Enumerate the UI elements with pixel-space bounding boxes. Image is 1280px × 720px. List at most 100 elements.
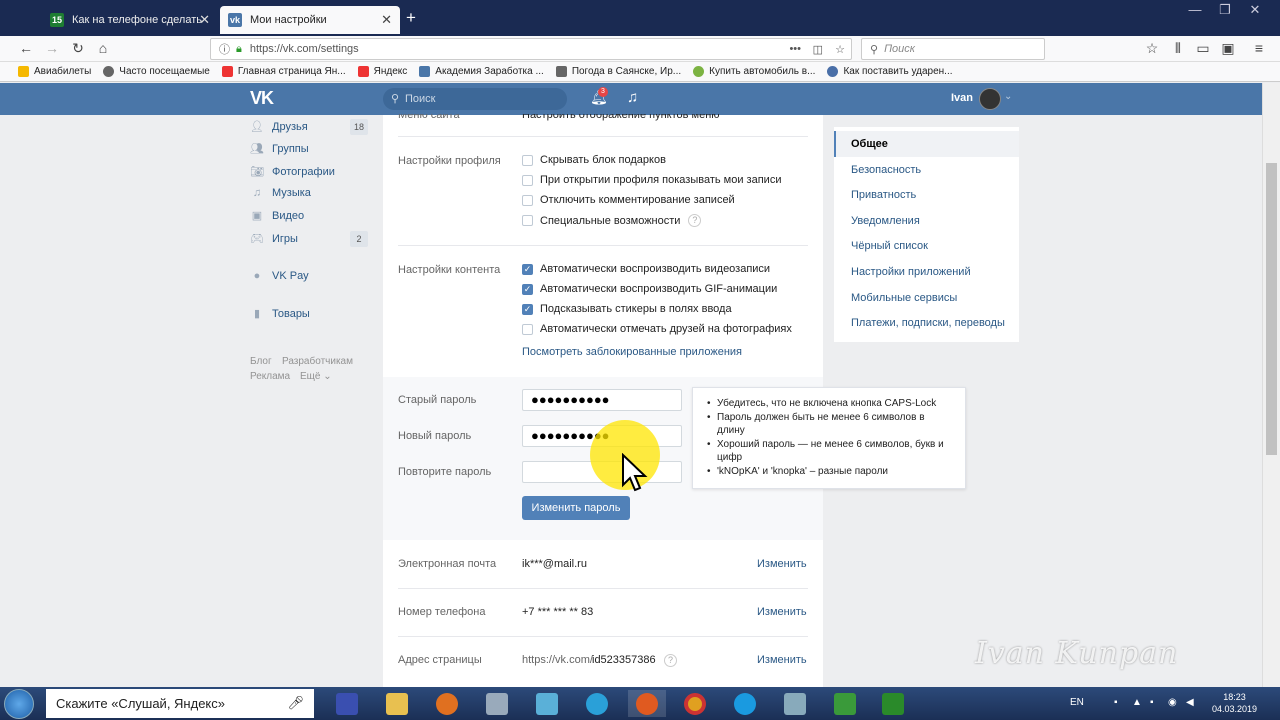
page-actions-icon[interactable]: ••• (789, 43, 801, 55)
sidebar-item-games[interactable]: 🎮︎ Игры (250, 232, 298, 246)
settings-nav-payments[interactable]: Платежи, подписки, переводы (851, 317, 1005, 329)
chevron-down-icon[interactable]: ⌄ (1004, 91, 1012, 102)
settings-nav-notifications[interactable]: Уведомления (851, 215, 920, 227)
sidebar-item-friends[interactable]: 👤︎ Друзья (250, 120, 308, 134)
taskbar-app-explorer[interactable] (378, 690, 416, 717)
footer-link-blog[interactable]: Блог (250, 356, 272, 367)
checkbox-accessibility[interactable]: Специальные возможности? (522, 214, 702, 227)
tray-icon[interactable]: ▪ (1150, 697, 1154, 708)
footer-link-more[interactable]: Ещё ⌄ (300, 371, 332, 382)
bookmark-item[interactable]: Главная страница Ян... (221, 66, 346, 77)
settings-nav-general[interactable]: Общее (851, 138, 888, 150)
window-close-icon[interactable]: ✕ (1240, 0, 1270, 20)
taskbar-clock[interactable]: 18:23 04.03.2019 (1212, 691, 1257, 715)
page-scrollbar[interactable] (1262, 83, 1280, 687)
new-tab-icon[interactable]: + (406, 8, 416, 28)
taskbar-app-camtasia-recorder[interactable] (874, 690, 912, 717)
sidebar-icon[interactable]: ▭ (1193, 40, 1213, 57)
taskbar-app-bird[interactable] (528, 690, 566, 717)
bookmark-item[interactable]: Авиабилеты (18, 66, 91, 77)
vk-search-input[interactable]: ⚲ Поиск (383, 88, 567, 110)
reload-icon[interactable]: ↻ (68, 40, 88, 57)
language-indicator[interactable]: EN (1070, 697, 1084, 708)
sidebar-item-photos[interactable]: 📷︎ Фотографии (250, 165, 335, 179)
maximize-icon[interactable]: ❐ (1210, 0, 1240, 20)
taskbar-app-telegram[interactable] (578, 690, 616, 717)
checkmark-icon[interactable]: ✓ (522, 283, 533, 295)
footer-link-developers[interactable]: Разработчикам (282, 356, 353, 367)
browser-tab-active[interactable]: vk Мои настройки ✕ (220, 6, 400, 34)
blocked-apps-link[interactable]: Посмотреть заблокированные приложения (522, 346, 742, 358)
taskbar-app-calculator[interactable] (478, 690, 516, 717)
taskbar-app-camtasia[interactable] (826, 690, 864, 717)
bookmark-item[interactable]: Яндекс (357, 66, 407, 77)
back-icon[interactable]: ← (16, 40, 36, 56)
taskbar-app-skype[interactable] (726, 690, 764, 717)
taskbar-app-media[interactable] (428, 690, 466, 717)
bookmark-item[interactable]: Купить автомобиль в... (693, 66, 815, 77)
minimize-icon[interactable]: — (1180, 0, 1210, 20)
taskbar-search[interactable]: Скажите «Слушай, Яндекс» 🎤︎ (46, 689, 314, 718)
bookmark-item[interactable]: Погода в Саянске, Ир... (555, 66, 681, 77)
taskbar-app-firefox[interactable] (628, 690, 666, 717)
menu-icon[interactable]: ≡ (1249, 40, 1269, 56)
checkbox-box[interactable] (522, 154, 533, 166)
url-text[interactable]: https://vk.com/settings (250, 43, 359, 55)
address-change-link[interactable]: Изменить (757, 654, 807, 666)
settings-nav-apps[interactable]: Настройки приложений (851, 266, 971, 278)
help-icon[interactable]: ? (688, 214, 702, 227)
close-icon[interactable]: ✕ (199, 12, 210, 28)
checkbox-show-my-posts[interactable]: При открытии профиля показывать мои запи… (522, 174, 781, 186)
checkbox-hide-gifts[interactable]: Скрывать блок подарков (522, 154, 666, 166)
change-password-button[interactable]: Изменить пароль (522, 496, 630, 520)
tray-icon[interactable]: ▪ (1114, 697, 1118, 708)
sidebar-item-video[interactable]: ▣ Видео (250, 209, 304, 223)
checkbox-box[interactable] (522, 323, 533, 335)
phone-change-link[interactable]: Изменить (757, 606, 807, 618)
bookmark-star-icon[interactable]: ☆ (835, 43, 845, 56)
checkbox-autoplay-video[interactable]: ✓ Автоматически воспроизводить видеозапис… (522, 263, 770, 275)
help-icon[interactable]: ? (664, 654, 677, 667)
checkbox-disable-comments[interactable]: Отключить комментирование записей (522, 194, 735, 206)
url-bar[interactable]: ⓘ 🔒︎ https://vk.com/settings ••• ◫ ☆ (210, 38, 852, 60)
sidebar-item-goods[interactable]: ▮ Товары (250, 307, 310, 321)
pocket-icon[interactable]: ◫ (813, 43, 823, 56)
settings-nav-blacklist[interactable]: Чёрный список (851, 240, 928, 252)
checkbox-autoplay-gif[interactable]: ✓ Автоматически воспроизводить GIF-анимац… (522, 283, 777, 295)
bookshelf-icon[interactable]: ⫴ (1168, 40, 1188, 57)
windows-start-icon[interactable] (4, 689, 34, 719)
avatar[interactable] (979, 88, 1001, 110)
network-icon[interactable]: ◉ (1168, 697, 1177, 708)
settings-nav-privacy[interactable]: Приватность (851, 189, 916, 201)
checkmark-icon[interactable]: ✓ (522, 303, 533, 315)
music-icon[interactable]: ♫ (627, 89, 638, 106)
checkbox-tag-friends[interactable]: Автоматически отмечать друзей на фотогра… (522, 323, 792, 335)
sidebar-item-music[interactable]: ♫ Музыка (250, 187, 311, 199)
taskbar-app-window[interactable] (776, 690, 814, 717)
info-icon[interactable]: ⓘ (219, 41, 230, 57)
checkbox-box[interactable] (522, 194, 533, 206)
sidebar-item-groups[interactable]: 👥︎ Группы (250, 142, 309, 156)
translate-icon[interactable]: ▣ (1218, 40, 1238, 57)
footer-link-ads[interactable]: Реклама (250, 371, 290, 382)
bookmark-item[interactable]: Академия Заработка ... (419, 66, 544, 77)
tray-icon[interactable]: ▲ (1132, 697, 1142, 708)
bookmark-item[interactable]: Как поставить ударен... (827, 66, 953, 77)
browser-tab[interactable]: 15 Как на телефоне сделать скр… ✕ (42, 6, 218, 34)
checkbox-box[interactable] (522, 215, 533, 226)
browser-search-input[interactable]: ⚲ Поиск (861, 38, 1045, 60)
username[interactable]: Ivan (951, 92, 973, 104)
taskbar-app-floppy[interactable] (328, 690, 366, 717)
settings-nav-security[interactable]: Безопасность (851, 164, 921, 176)
bookmark-item[interactable]: Часто посещаемые (103, 66, 210, 77)
volume-icon[interactable]: ◀ (1186, 697, 1194, 708)
library-icon[interactable]: ☆ (1142, 40, 1162, 57)
checkbox-suggest-stickers[interactable]: ✓ Подсказывать стикеры в полях ввода (522, 303, 732, 315)
email-change-link[interactable]: Изменить (757, 558, 807, 570)
settings-nav-mobile[interactable]: Мобильные сервисы (851, 292, 957, 304)
taskbar-app-chrome[interactable] (676, 690, 714, 717)
sidebar-item-vkpay[interactable]: ● VK Pay (250, 270, 309, 282)
home-icon[interactable]: ⌂ (93, 40, 113, 56)
microphone-icon[interactable]: 🎤︎ (287, 695, 304, 711)
checkmark-icon[interactable]: ✓ (522, 263, 533, 275)
